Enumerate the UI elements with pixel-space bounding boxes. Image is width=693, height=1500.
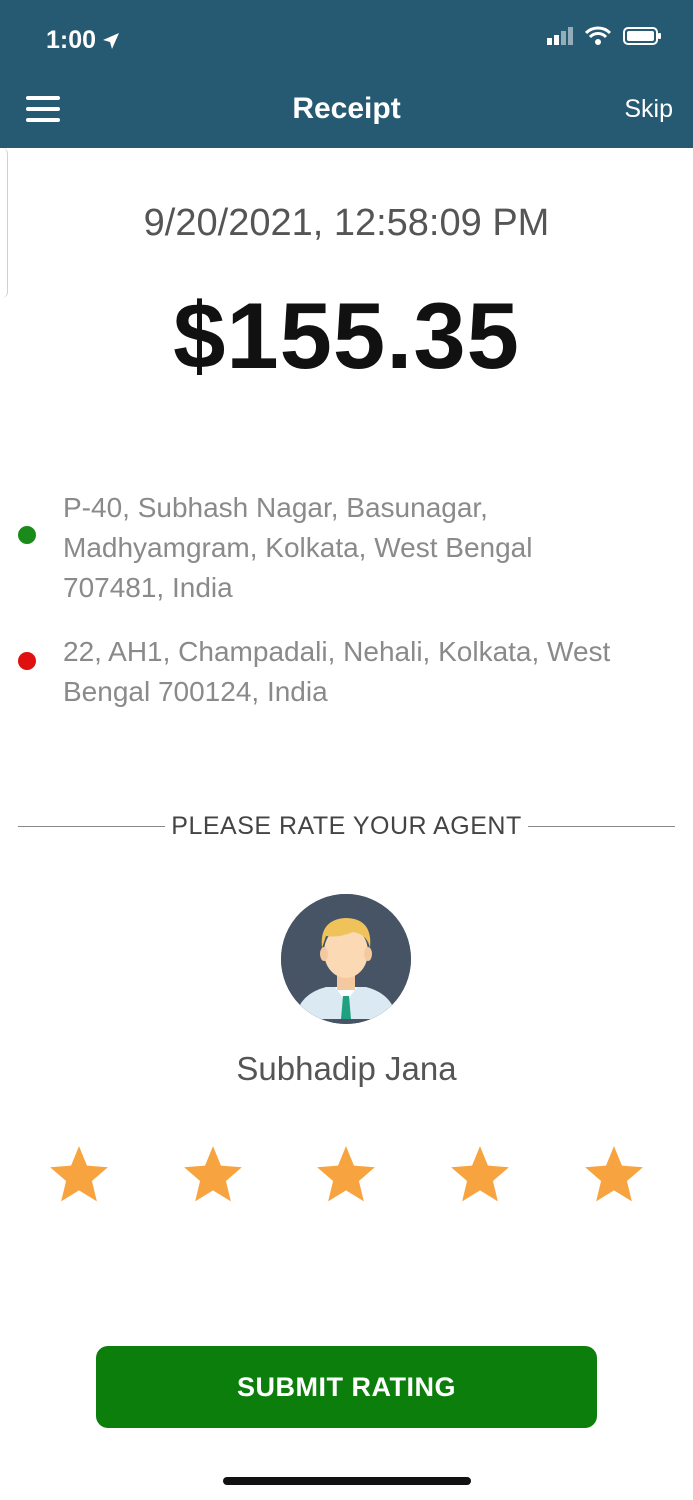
divider-line: [527, 826, 676, 827]
star-icon[interactable]: [313, 1142, 379, 1208]
status-icons: [547, 26, 663, 46]
home-indicator[interactable]: [223, 1477, 471, 1485]
star-icon[interactable]: [447, 1142, 513, 1208]
status-time: 1:00: [46, 26, 120, 55]
avatar: [281, 894, 411, 1024]
skip-button[interactable]: Skip: [624, 95, 673, 124]
star-icon[interactable]: [46, 1142, 112, 1208]
agent-avatar-icon: [281, 894, 411, 1024]
divider-line: [18, 826, 166, 827]
pickup-address-line: Madhyamgram, Kolkata, West Bengal: [63, 532, 533, 563]
pickup-address-line: 707481, India: [63, 572, 233, 603]
app-header: 1:00 Receipt Skip: [0, 0, 693, 148]
receipt-datetime: 9/20/2021, 12:58:09 PM: [143, 202, 550, 244]
submit-rating-button[interactable]: SUBMIT RATING: [96, 1346, 597, 1428]
signal-icon: [547, 27, 573, 45]
dropoff-address-line: Bengal 700124, India: [63, 676, 328, 707]
dropoff-dot-icon: [18, 652, 36, 670]
pickup-address-line: P-40, Subhash Nagar, Basunagar,: [63, 492, 488, 523]
page-title: Receipt: [292, 92, 401, 125]
battery-icon: [623, 27, 661, 45]
star-icon[interactable]: [180, 1142, 246, 1208]
location-arrow-icon: [103, 32, 120, 49]
receipt-amount: $155.35: [173, 283, 520, 388]
pickup-dot-icon: [18, 526, 36, 544]
pickup-address-text: P-40, Subhash Nagar, Basunagar, Madhyamg…: [63, 488, 683, 608]
rate-agent-heading: PLEASE RATE YOUR AGENT: [171, 812, 522, 840]
star-icon[interactable]: [581, 1142, 647, 1208]
status-time-text: 1:00: [46, 26, 97, 54]
wifi-icon: [585, 26, 611, 45]
agent-name: Subhadip Jana: [236, 1050, 457, 1087]
dropoff-address-text: 22, AH1, Champadali, Nehali, Kolkata, We…: [63, 632, 683, 712]
rate-agent-divider: PLEASE RATE YOUR AGENT: [18, 812, 676, 841]
dropoff-address-line: 22, AH1, Champadali, Nehali, Kolkata, We…: [63, 636, 611, 667]
